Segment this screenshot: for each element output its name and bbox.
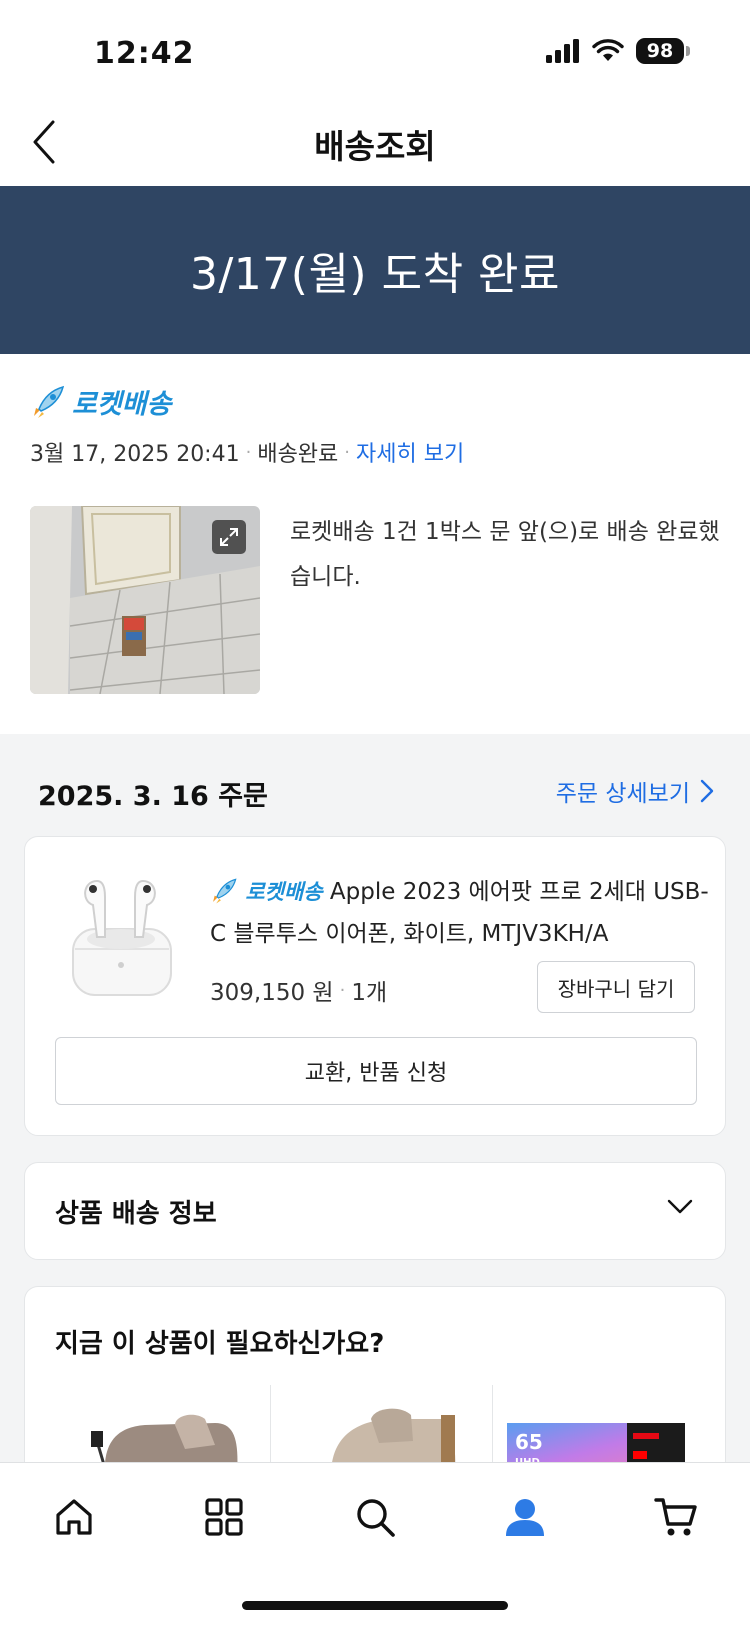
product-image[interactable] — [63, 867, 183, 997]
rocket-icon — [34, 385, 65, 418]
product-card: 로켓배송 Apple 2023 에어팟 프로 2세대 USB-C 블루투스 이어… — [24, 836, 726, 1136]
home-indicator — [242, 1601, 508, 1610]
product-price: 309,150 원 — [210, 980, 334, 1006]
delivery-detail-link[interactable]: 자세히 보기 — [356, 436, 464, 468]
status-bar: 12:42 98 — [0, 0, 750, 100]
home-icon — [56, 1499, 92, 1535]
status-time: 12:42 — [94, 36, 195, 71]
shipping-info-title: 상품 배송 정보 — [55, 1199, 217, 1229]
page-title: 배송조회 — [314, 127, 436, 166]
order-detail-label: 주문 상세보기 — [555, 781, 690, 807]
status-indicators: 98 — [546, 38, 690, 64]
rocket-delivery-badge: 로켓배송 — [210, 878, 330, 905]
add-to-cart-button[interactable]: 장바구니 담기 — [537, 961, 695, 1013]
wifi-icon — [592, 39, 624, 61]
nav-header: 배송조회 — [0, 100, 750, 186]
shipping-info-accordion[interactable]: 상품 배송 정보 — [24, 1162, 726, 1260]
tab-my-account[interactable] — [495, 1487, 555, 1547]
delivery-meta: 3월 17, 2025 20:41 · 배송완료 · 자세히 보기 — [30, 436, 464, 468]
product-quantity: 1개 — [351, 980, 388, 1006]
recommendation-title: 지금 이 상품이 필요하신가요? — [55, 1329, 385, 1359]
rocket-delivery-label: 로켓배송 — [245, 880, 323, 904]
svg-text:65: 65 — [515, 1430, 543, 1454]
cellular-signal-icon — [546, 39, 579, 63]
arrival-status: 3/17(월) 도착 완료 — [189, 249, 560, 300]
exchange-return-button[interactable]: 교환, 반품 신청 — [55, 1037, 697, 1105]
order-date: 2025. 3. 16 주문 — [38, 781, 268, 812]
product-title[interactable]: 로켓배송 Apple 2023 에어팟 프로 2세대 USB-C 블루투스 이어… — [210, 871, 710, 955]
chevron-down-icon — [667, 1199, 693, 1214]
order-detail-link[interactable]: 주문 상세보기 — [556, 774, 714, 808]
arrival-banner: 3/17(월) 도착 완료 — [0, 186, 750, 354]
cart-icon — [654, 1498, 697, 1536]
chevron-right-icon — [700, 779, 714, 803]
delivery-datetime: 3월 17, 2025 20:41 — [30, 442, 240, 467]
price-row: 309,150 원 · 1개 — [210, 973, 387, 1007]
delivery-status: 배송완료 — [257, 442, 339, 467]
bottom-tab-bar — [0, 1462, 750, 1626]
tab-search[interactable] — [345, 1487, 405, 1547]
rocket-delivery-badge: 로켓배송 — [30, 382, 171, 421]
battery-level: 98 — [636, 38, 684, 64]
category-icon — [205, 1498, 243, 1536]
rocket-delivery-label: 로켓배송 — [72, 389, 172, 420]
tab-home[interactable] — [44, 1487, 104, 1547]
expand-icon — [220, 528, 238, 546]
battery-icon: 98 — [636, 38, 690, 64]
delivery-photo[interactable] — [30, 506, 260, 694]
tab-category[interactable] — [194, 1487, 254, 1547]
delivery-section: 로켓배송 3월 17, 2025 20:41 · 배송완료 · 자세히 보기 로… — [0, 354, 750, 734]
rocket-icon — [213, 878, 237, 904]
expand-photo-button[interactable] — [212, 520, 246, 554]
my-account-icon — [506, 1499, 544, 1536]
tab-cart[interactable] — [646, 1487, 706, 1547]
search-icon — [357, 1499, 395, 1537]
delivery-message: 로켓배송 1건 1박스 문 앞(으)로 배송 완료했습니다. — [290, 519, 720, 590]
